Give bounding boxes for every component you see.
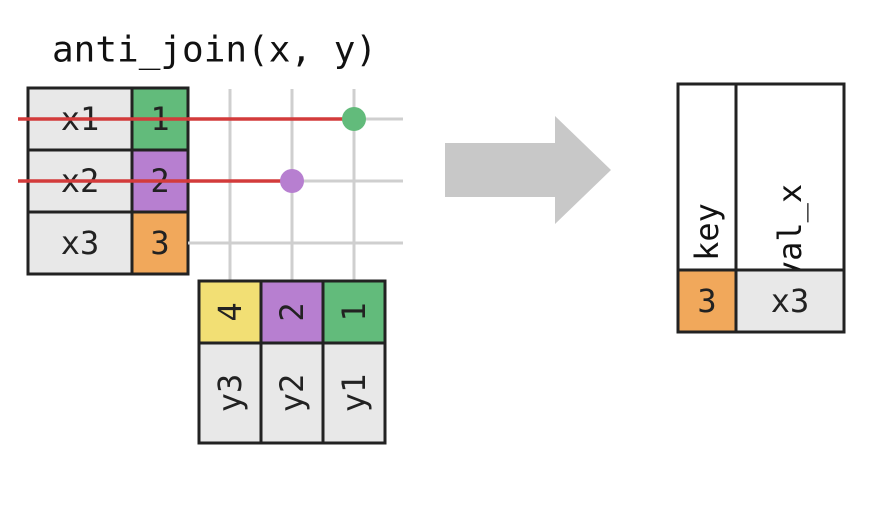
x-val-text: x3 bbox=[61, 224, 100, 262]
y-key-text: 1 bbox=[335, 302, 373, 321]
result-header-key-label: key bbox=[688, 203, 726, 261]
result-header-val-label: val_x bbox=[771, 184, 809, 280]
y-table: 4 y3 2 y2 1 y1 bbox=[199, 281, 385, 443]
y-val-text: y1 bbox=[335, 374, 373, 413]
result-val-text: x3 bbox=[771, 282, 810, 320]
result-table: key val_x 3 x3 bbox=[678, 84, 844, 332]
match-dot bbox=[342, 107, 366, 131]
y-val-text: y3 bbox=[211, 374, 249, 413]
arrow-icon bbox=[445, 116, 611, 224]
arrow-shape bbox=[445, 116, 611, 224]
y-key-text: 4 bbox=[211, 302, 249, 321]
match-dot bbox=[280, 169, 304, 193]
y-key-text: 2 bbox=[273, 302, 311, 321]
result-key-text: 3 bbox=[697, 282, 716, 320]
diagram-canvas: anti_join(x, y) x11x22x33 4y32y21y1 keyv… bbox=[0, 0, 891, 524]
diagram-title: anti_join(x, y) bbox=[52, 30, 377, 71]
x-key-text: 3 bbox=[150, 224, 169, 262]
y-val-text: y2 bbox=[273, 374, 311, 413]
